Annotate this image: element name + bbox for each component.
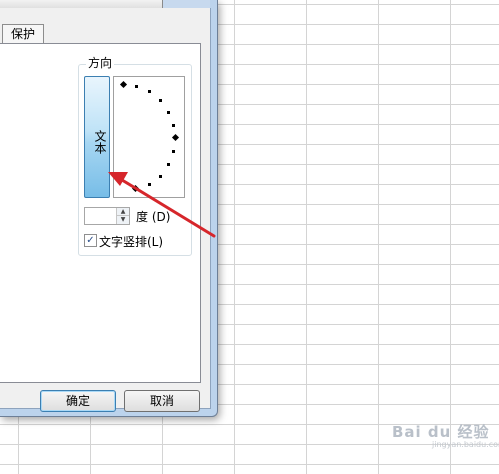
watermark-url: jingyan.baidu.com [432, 440, 499, 449]
watermark-logo: Bai du 经验 [392, 423, 490, 441]
annotation-arrow-icon [108, 172, 216, 238]
